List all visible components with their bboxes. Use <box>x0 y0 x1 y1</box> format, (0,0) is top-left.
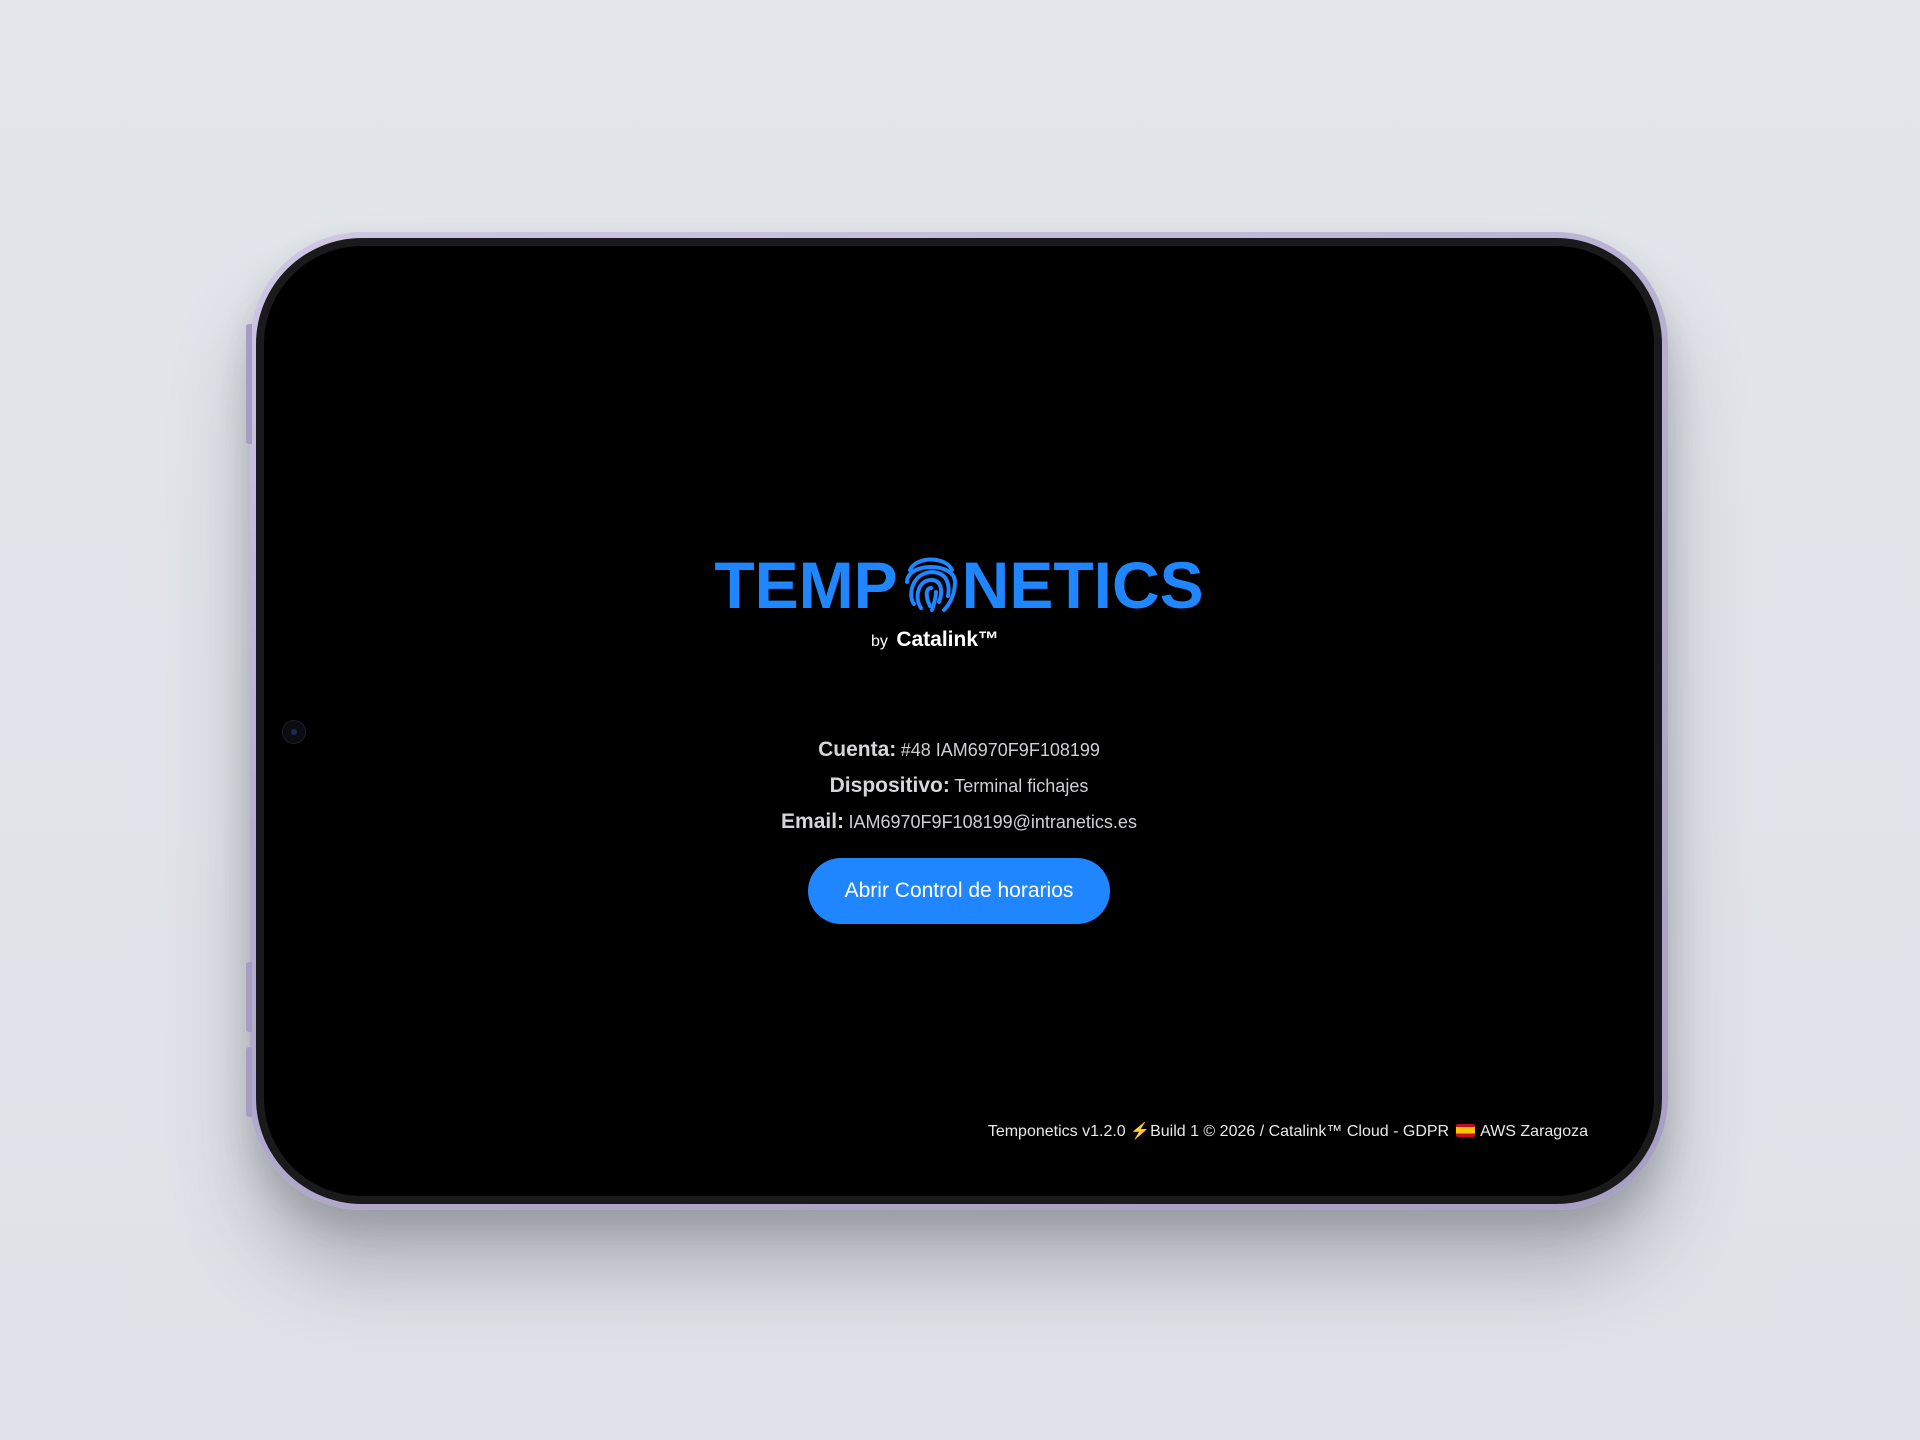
wordmark-left: TEMP <box>714 548 898 622</box>
byline-by: by <box>870 633 888 650</box>
background: TEMP NETICS by Catalink™ Cuenta: #48 IAM… <box>0 0 1920 1440</box>
footer-build: Build 1 © 2026 / Catalink™ Cloud - GDPR <box>1150 1123 1450 1140</box>
email-value: IAM6970F9F108199@intranetics.es <box>848 812 1137 832</box>
temponetics-logo: TEMP NETICS <box>264 552 1654 618</box>
device-value: Terminal fichajes <box>954 776 1089 796</box>
volume-down-button <box>246 1047 252 1117</box>
fingerprint-icon <box>902 548 960 614</box>
device-label: Dispositivo: <box>829 774 950 797</box>
byline-company: Catalink™ <box>896 628 1000 651</box>
tablet-device: TEMP NETICS by Catalink™ Cuenta: #48 IAM… <box>246 232 1668 1210</box>
account-value: #48 IAM6970F9F108199 <box>900 740 1100 760</box>
account-row: Cuenta: #48 IAM6970F9F108199 <box>264 732 1654 768</box>
wordmark-right: NETICS <box>961 548 1204 622</box>
footer: Temponetics v1.2.0 ⚡Build 1 © 2026 / Cat… <box>988 1121 1588 1141</box>
footer-version: Temponetics v1.2.0 <box>987 1123 1126 1140</box>
device-bezel: TEMP NETICS by Catalink™ Cuenta: #48 IAM… <box>256 238 1662 1204</box>
spain-flag-icon <box>1455 1124 1475 1137</box>
footer-region: AWS Zaragoza <box>1480 1123 1588 1140</box>
email-row: Email: IAM6970F9F108199@intranetics.es <box>264 804 1654 840</box>
open-schedule-button[interactable]: Abrir Control de horarios <box>808 858 1110 924</box>
account-info: Cuenta: #48 IAM6970F9F108199 Dispositivo… <box>264 732 1654 840</box>
top-button <box>246 324 252 444</box>
email-label: Email: <box>781 810 845 833</box>
byline: by Catalink™ <box>264 628 1654 652</box>
lightning-icon: ⚡ <box>1130 1123 1151 1140</box>
device-row: Dispositivo: Terminal fichajes <box>264 768 1654 804</box>
app-screen: TEMP NETICS by Catalink™ Cuenta: #48 IAM… <box>264 246 1654 1196</box>
wordmark: TEMP NETICS <box>714 552 1203 618</box>
volume-up-button <box>246 962 252 1032</box>
account-label: Cuenta: <box>818 738 897 761</box>
